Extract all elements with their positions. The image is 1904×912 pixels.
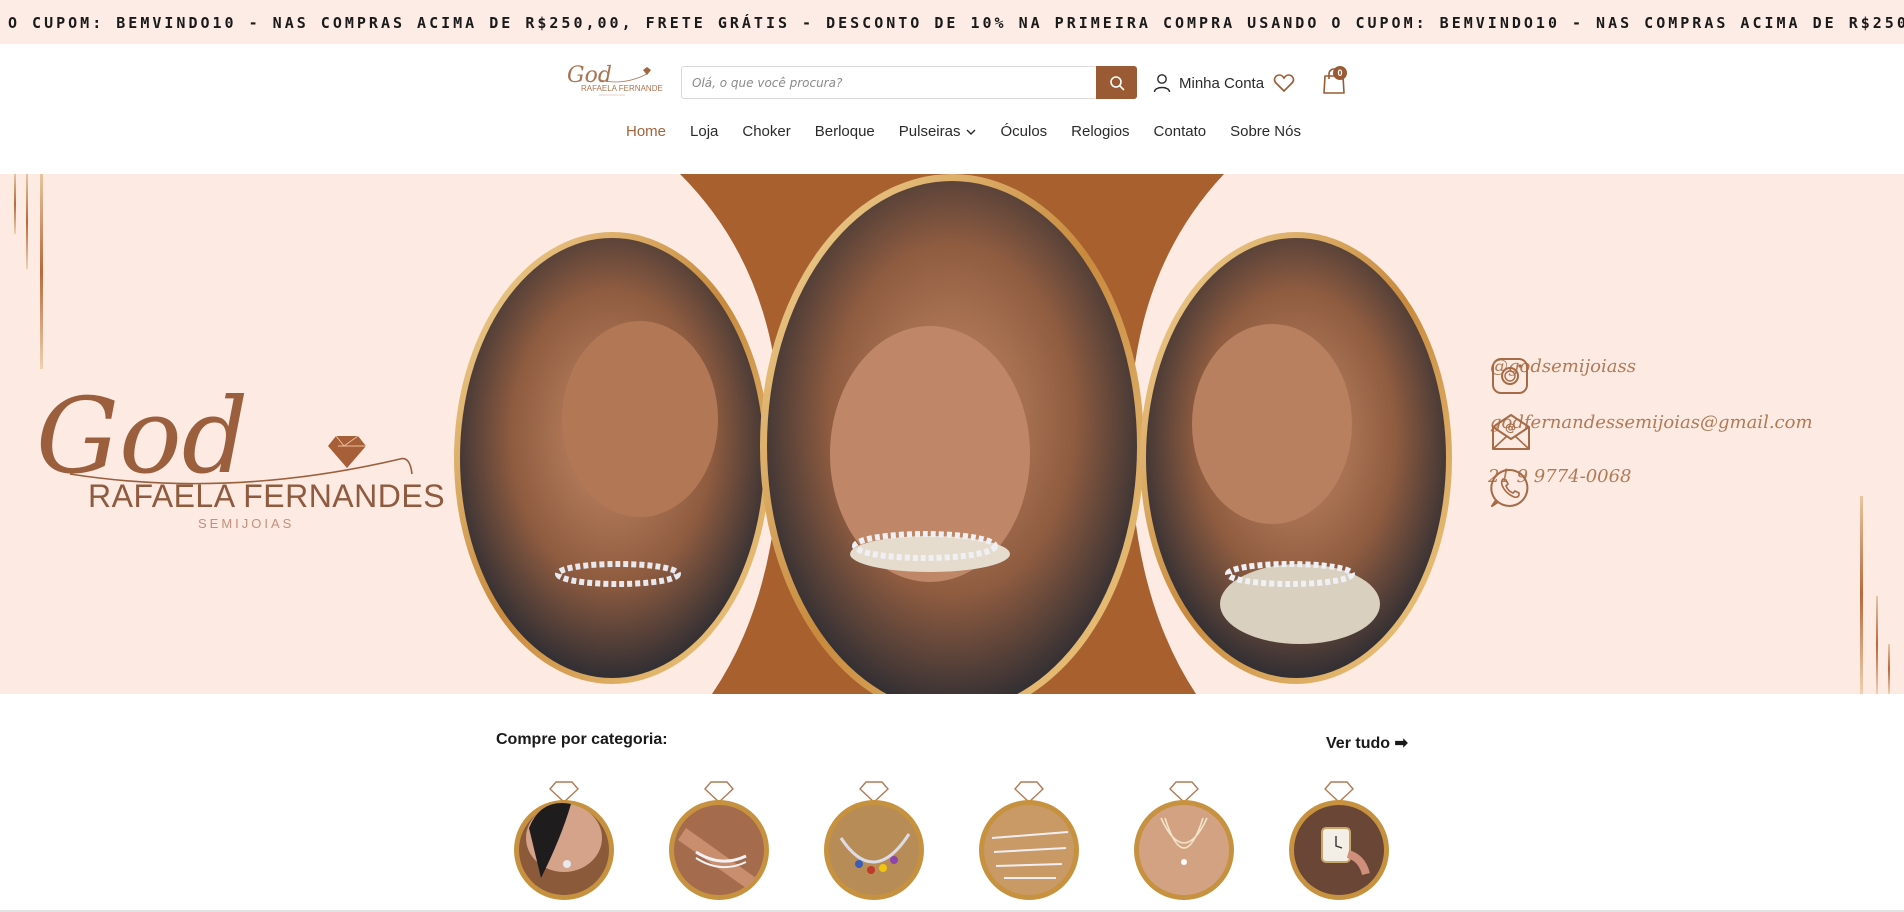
nav-label: Sobre Nós — [1230, 123, 1301, 140]
instagram-icon — [1492, 358, 1528, 394]
nav-item-choker[interactable]: Choker — [730, 120, 802, 144]
account-label: Minha Conta — [1179, 74, 1265, 92]
nav-item-oculos[interactable]: Óculos — [988, 120, 1059, 144]
category-image — [979, 781, 1079, 900]
site-logo[interactable]: God RAFAELA FERNANDES — [563, 58, 663, 100]
category-section-title: Compre por categoria: — [496, 731, 668, 748]
main-nav: Home Loja Choker Berloque Pulseiras Ócul… — [614, 120, 1313, 144]
nav-item-contato[interactable]: Contato — [1142, 120, 1219, 144]
category-berloques[interactable] — [821, 778, 927, 902]
nav-item-berloque[interactable]: Berloque — [803, 120, 887, 144]
site-header — [0, 44, 1904, 174]
category-image — [1289, 781, 1389, 900]
announcement-bar: O CUPOM: BEMVINDO10 - NAS COMPRAS ACIMA … — [0, 0, 1904, 44]
nav-label: Contato — [1153, 123, 1207, 140]
announcement-text: O CUPOM: BEMVINDO10 - NAS COMPRAS ACIMA … — [8, 14, 1904, 32]
nav-label: Óculos — [1000, 123, 1048, 140]
chevron-down-icon — [966, 129, 976, 135]
category-image — [824, 781, 924, 900]
category-chokers[interactable] — [976, 778, 1082, 902]
search-button[interactable] — [1096, 66, 1137, 99]
category-brincos[interactable] — [511, 778, 617, 902]
category-relogios[interactable] — [1286, 778, 1392, 902]
hero-artwork: God — [14, 174, 1890, 694]
category-colares[interactable] — [1131, 778, 1237, 902]
heart-icon[interactable] — [1273, 72, 1295, 94]
nav-item-sobre-nos[interactable]: Sobre Nós — [1218, 120, 1313, 144]
search-input[interactable] — [692, 67, 1072, 98]
hero-brand-sub: SEMIJOIAS — [198, 516, 295, 531]
nav-item-relogios[interactable]: Relogios — [1059, 120, 1141, 144]
nav-item-pulseiras[interactable]: Pulseiras — [887, 120, 989, 144]
hero-banner[interactable]: God RAFAELA FERNANDES SEMIJOIAS @godsemi… — [0, 174, 1904, 694]
contact-instagram[interactable]: @godsemijoiass — [1490, 356, 1636, 394]
whatsapp-icon — [1490, 468, 1529, 507]
nav-label: Berloque — [814, 123, 875, 140]
account-link[interactable]: Minha Conta — [1153, 71, 1264, 95]
svg-text:RAFAELA FERNANDES: RAFAELA FERNANDES — [581, 84, 663, 93]
category-image — [514, 781, 614, 900]
nav-item-home[interactable]: Home — [614, 120, 678, 144]
search-box — [681, 66, 1097, 99]
search-icon — [1109, 75, 1124, 90]
category-image — [1134, 781, 1234, 900]
email-icon: @ — [1492, 414, 1530, 450]
svg-text:@: @ — [1505, 421, 1516, 434]
nav-label: Loja — [690, 123, 719, 140]
nav-label: Pulseiras — [898, 123, 961, 140]
hero-brand-name: RAFAELA FERNANDES — [88, 478, 446, 514]
nav-label: Home — [626, 123, 667, 140]
contact-email[interactable]: @ godfernandessemijoias@gmail.com — [1490, 412, 1813, 450]
see-all-link[interactable]: Ver tudo ➡ — [1326, 733, 1408, 753]
category-image — [669, 781, 769, 900]
cart-count-badge: 0 — [1333, 66, 1347, 80]
nav-label: Relogios — [1071, 123, 1130, 140]
user-icon — [1153, 74, 1171, 93]
nav-item-loja[interactable]: Loja — [678, 120, 730, 144]
email-address: godfernandessemijoias@gmail.com — [1490, 412, 1813, 433]
nav-label: Choker — [742, 123, 791, 140]
category-pulseiras[interactable] — [666, 778, 772, 902]
contact-whatsapp[interactable]: 21 9 9774-0068 — [1488, 466, 1632, 507]
